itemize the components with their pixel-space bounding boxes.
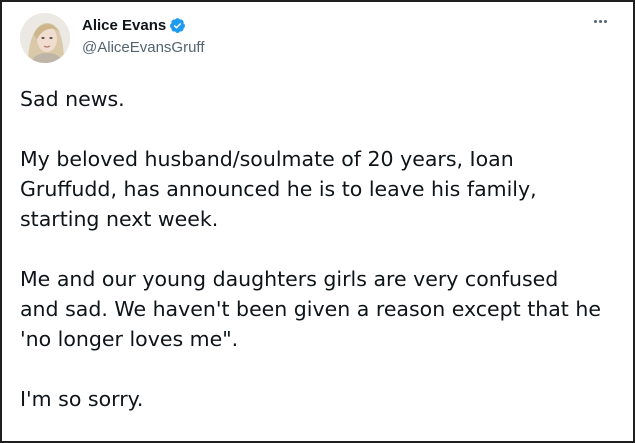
avatar[interactable] — [20, 13, 70, 63]
tweet-text: Sad news. My beloved husband/soulmate of… — [20, 84, 620, 441]
verified-badge-icon — [169, 17, 186, 34]
more-dot — [603, 19, 607, 23]
author-info: Alice Evans @AliceEvansGruff — [82, 14, 205, 57]
more-dot — [598, 19, 602, 23]
tweet-paragraph: Me and our young daughters girls are ver… — [20, 267, 601, 351]
author-handle[interactable]: @AliceEvansGruff — [82, 39, 205, 56]
profile-photo-icon — [20, 13, 70, 63]
tweet-paragraph: My beloved husband/soulmate of 20 years,… — [20, 147, 537, 231]
display-name[interactable]: Alice Evans — [82, 17, 166, 34]
tweet-paragraph: Sad news. — [20, 87, 125, 111]
tweet-header: Alice Evans @AliceEvansGruff — [20, 10, 613, 70]
tweet-paragraph: I'm so sorry. — [20, 387, 144, 411]
name-row: Alice Evans — [82, 14, 205, 36]
tweet-card: Alice Evans @AliceEvansGruff Sad news. M… — [0, 0, 635, 443]
more-options-icon[interactable] — [589, 14, 611, 28]
more-dot — [593, 19, 597, 23]
